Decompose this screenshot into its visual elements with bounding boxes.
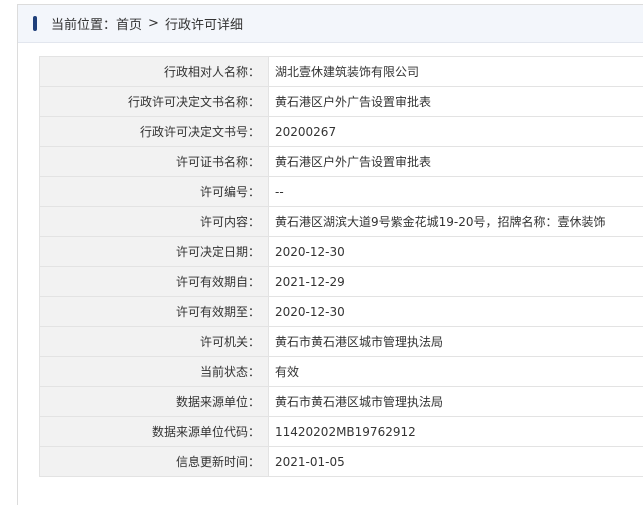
field-value: 黄石市黄石港区城市管理执法局 <box>268 386 643 417</box>
field-value: 11420202MB19762912 <box>268 416 643 447</box>
field-value: 20200267 <box>268 116 643 147</box>
table-row: 许可内容： 黄石港区湖滨大道9号紫金花城19-20号，招牌名称：壹休装饰 <box>39 206 643 237</box>
table-row: 当前状态： 有效 <box>39 356 643 387</box>
field-value: 有效 <box>268 356 643 387</box>
field-value: 2021-12-29 <box>268 266 643 297</box>
table-row: 许可有效期至： 2020-12-30 <box>39 296 643 327</box>
field-label: 数据来源单位代码： <box>39 416 269 447</box>
field-value: 2021-01-05 <box>268 446 643 477</box>
table-row: 许可机关： 黄石市黄石港区城市管理执法局 <box>39 326 643 357</box>
breadcrumb-prefix: 当前位置： <box>51 18 117 33</box>
breadcrumb: 当前位置： 首页 > 行政许可详细 <box>51 14 243 33</box>
field-value: 2020-12-30 <box>268 236 643 267</box>
table-row: 行政许可决定文书名称： 黄石港区户外广告设置审批表 <box>39 86 643 117</box>
table-row: 行政许可决定文书号： 20200267 <box>39 116 643 147</box>
table-row: 许可编号： -- <box>39 176 643 207</box>
breadcrumb-home-link[interactable]: 首页 <box>116 14 142 33</box>
field-label: 行政相对人名称： <box>39 56 269 87</box>
field-value: 黄石市黄石港区城市管理执法局 <box>268 326 643 357</box>
table-row: 数据来源单位： 黄石市黄石港区城市管理执法局 <box>39 386 643 417</box>
field-value: 2020-12-30 <box>268 296 643 327</box>
table-row: 行政相对人名称： 湖北壹休建筑装饰有限公司 <box>39 56 643 87</box>
table-row: 许可决定日期： 2020-12-30 <box>39 236 643 267</box>
field-label: 行政许可决定文书号： <box>39 116 269 147</box>
field-label: 许可决定日期： <box>39 236 269 267</box>
field-value: 黄石港区湖滨大道9号紫金花城19-20号，招牌名称：壹休装饰 <box>268 206 643 237</box>
permit-detail-table: 行政相对人名称： 湖北壹休建筑装饰有限公司 行政许可决定文书名称： 黄石港区户外… <box>39 56 643 477</box>
field-label: 行政许可决定文书名称： <box>39 86 269 117</box>
field-label: 许可有效期至： <box>39 296 269 327</box>
detail-panel: 当前位置： 首页 > 行政许可详细 行政相对人名称： 湖北壹休建筑装饰有限公司 … <box>17 4 643 505</box>
field-value: -- <box>268 176 643 207</box>
breadcrumb-current: 行政许可详细 <box>164 18 243 33</box>
table-row: 许可有效期自： 2021-12-29 <box>39 266 643 297</box>
field-label: 许可有效期自： <box>39 266 269 297</box>
section-marker-icon <box>33 16 37 31</box>
field-label: 当前状态： <box>39 356 269 387</box>
field-label: 数据来源单位： <box>39 386 269 417</box>
field-value: 黄石港区户外广告设置审批表 <box>268 86 643 117</box>
breadcrumb-separator: > <box>148 16 159 31</box>
field-label: 许可内容： <box>39 206 269 237</box>
field-value: 黄石港区户外广告设置审批表 <box>268 146 643 177</box>
field-value: 湖北壹休建筑装饰有限公司 <box>268 56 643 87</box>
table-row: 许可证书名称： 黄石港区户外广告设置审批表 <box>39 146 643 177</box>
field-label: 许可证书名称： <box>39 146 269 177</box>
field-label: 许可机关： <box>39 326 269 357</box>
table-row: 信息更新时间： 2021-01-05 <box>39 446 643 477</box>
table-row: 数据来源单位代码： 11420202MB19762912 <box>39 416 643 447</box>
breadcrumb-bar: 当前位置： 首页 > 行政许可详细 <box>18 5 643 43</box>
field-label: 许可编号： <box>39 176 269 207</box>
field-label: 信息更新时间： <box>39 446 269 477</box>
